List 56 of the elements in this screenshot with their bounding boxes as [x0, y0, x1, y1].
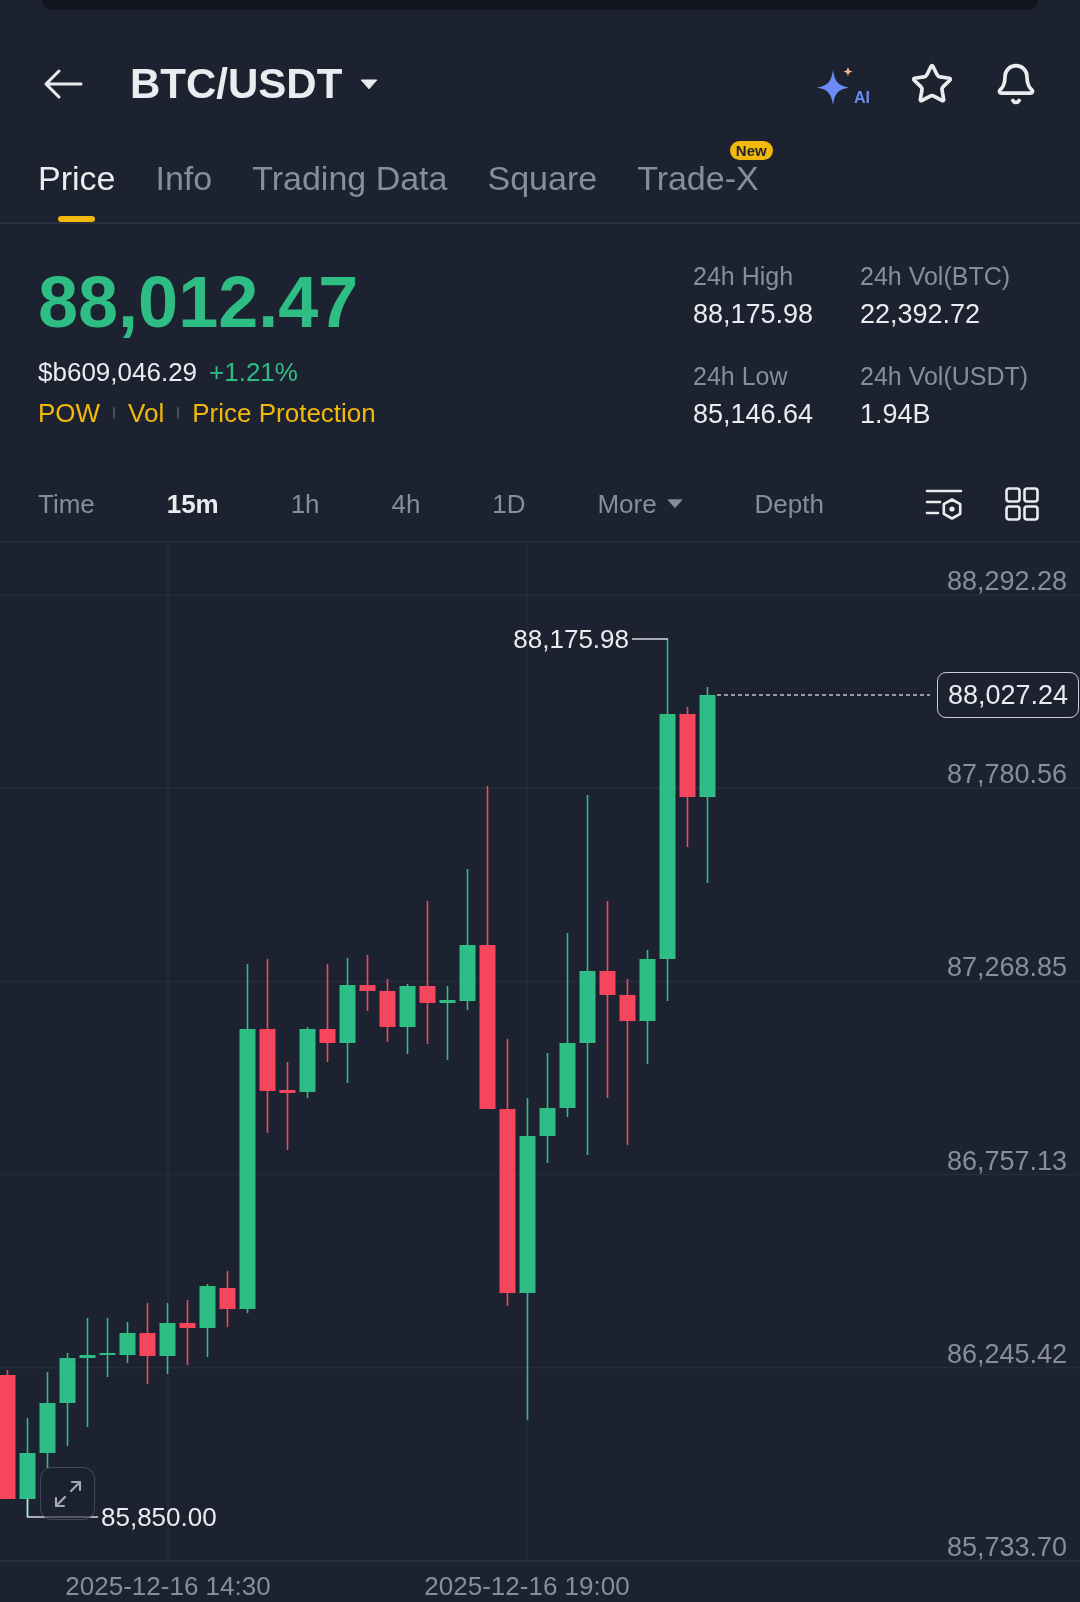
ai-assistant-button[interactable]: AI: [816, 62, 870, 106]
chart-settings-icon[interactable]: [925, 487, 963, 521]
low-price-label: 85,850.00: [101, 1501, 217, 1533]
tab[interactable]: Price: [38, 158, 116, 222]
price-axis-label: 86,245.42: [946, 1338, 1067, 1370]
time-axis-label: 2025-12-16 19:00: [424, 1570, 630, 1602]
interval-tab[interactable]: Depth: [754, 488, 824, 520]
interval-tab[interactable]: 15m: [166, 488, 219, 520]
interval-tab[interactable]: Time: [38, 488, 95, 520]
price-axis-label: 87,268.85: [946, 951, 1067, 983]
stat-label: 24h Vol(BTC): [860, 261, 1011, 292]
high-marker-line: [631, 638, 669, 640]
price-axis-label: 85,733.70: [946, 1531, 1067, 1563]
falling-candle: [219, 1270, 236, 1328]
tab[interactable]: Trading Data: [252, 158, 448, 222]
rising-candle: [99, 1317, 116, 1378]
interval-tab[interactable]: More: [597, 488, 683, 520]
interval-tab[interactable]: 1h: [290, 488, 320, 520]
falling-candle: [359, 954, 376, 1012]
price-change: +1.21%: [209, 356, 298, 388]
time-axis-label: 2025-12-16 14:30: [65, 1570, 271, 1602]
price-axis-label: 88,292.28: [946, 565, 1067, 597]
stat-label: 24h Low: [693, 361, 788, 392]
caret-icon: [360, 78, 379, 90]
token-tag[interactable]: Price Protection: [192, 397, 376, 429]
price-axis-label: 86,757.13: [946, 1145, 1067, 1177]
token-tag[interactable]: POW: [38, 397, 101, 429]
sparkle-icon: [816, 66, 854, 106]
interval-tab[interactable]: 1D: [492, 488, 526, 520]
new-badge: New: [729, 141, 773, 160]
falling-candle: [379, 978, 396, 1043]
tab[interactable]: Info: [155, 158, 213, 222]
price-axis-label: 87,780.56: [946, 758, 1067, 790]
pair-selector[interactable]: BTC/USDT: [130, 59, 379, 109]
tab[interactable]: Square: [487, 158, 598, 222]
rising-candle: [119, 1321, 136, 1364]
stat-value: 85,146.64: [693, 398, 814, 431]
falling-candle: [179, 1299, 196, 1366]
tab[interactable]: Trade-X: [637, 158, 759, 222]
expand-icon: [52, 1478, 83, 1509]
interval-tab[interactable]: 4h: [391, 488, 421, 520]
last-price-tag: 88,027.24: [936, 672, 1079, 718]
caret-icon: [666, 499, 683, 509]
stat-label: 24h Vol(USDT): [860, 361, 1029, 392]
high-price-label: 88,175.98: [513, 623, 629, 655]
last-price: 88,012.47: [38, 266, 360, 338]
stat-value: 88,175.98: [693, 298, 814, 331]
token-tag[interactable]: Vol: [128, 397, 165, 429]
stat-value: 1.94B: [860, 398, 931, 431]
stat-value: 22,392.72: [860, 298, 981, 331]
stat-label: 24h High: [693, 261, 794, 292]
converted-price: $b609,046.29: [38, 356, 198, 388]
back-icon[interactable]: [43, 68, 83, 100]
rising-candle: [399, 983, 416, 1055]
grid-icon[interactable]: [1005, 487, 1039, 521]
expand-button[interactable]: [40, 1467, 95, 1520]
